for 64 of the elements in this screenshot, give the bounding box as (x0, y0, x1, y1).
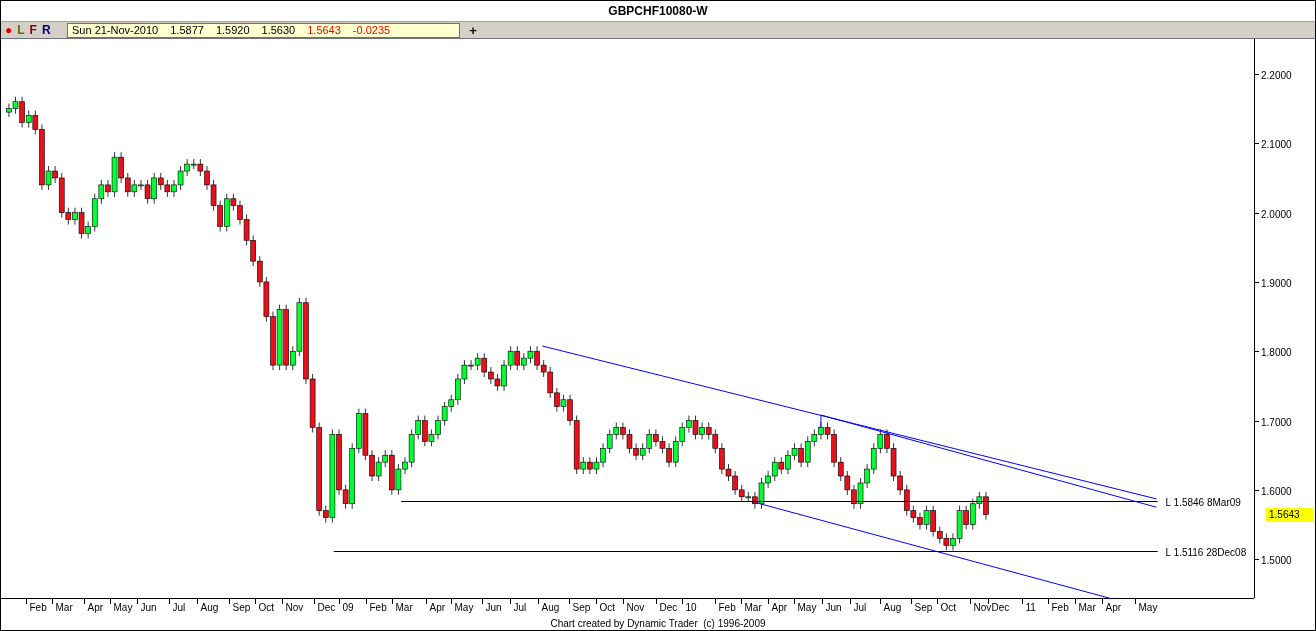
axis-label: Jun (485, 602, 502, 613)
add-button[interactable]: + (466, 22, 480, 38)
axis-label: Nov (285, 602, 304, 613)
axis-label: 1.7000 (1261, 416, 1292, 428)
axis-label: Oct (599, 602, 616, 613)
toolbar-button[interactable]: ● (5, 24, 13, 36)
price-value: 1.5630 (261, 22, 296, 38)
axis-label: 2.0000 (1261, 208, 1292, 220)
axis-label: Dec (317, 602, 336, 613)
axis-label: May (113, 602, 133, 613)
axis-label: 11 (1025, 602, 1036, 613)
axis-label: 1.8000 (1261, 346, 1292, 358)
price-value: -0.0235 (352, 22, 391, 38)
axis-label: Nov (626, 602, 645, 613)
axis-label: Sep (914, 602, 933, 613)
axis-label: Jul (172, 602, 186, 613)
toolbar-button[interactable]: R (41, 24, 51, 36)
axis-label: 1.5000 (1261, 554, 1292, 566)
axis-label: Aug (541, 602, 560, 613)
toolbar-button[interactable]: F (29, 24, 37, 36)
axis-label: Feb (718, 602, 736, 613)
axis-label: Feb (369, 602, 387, 613)
axis-label: Aug (200, 602, 219, 613)
axis-label: Oct (940, 602, 957, 613)
axis-label: Mar (395, 602, 413, 613)
axis-label: Oct (258, 602, 275, 613)
bar-date: Sun 21-Nov-2010 (72, 22, 159, 38)
footer-credit: Chart created by Dynamic Trader (c) 1996-2009 (550, 618, 766, 629)
axis-label: Jul (853, 602, 867, 613)
axis-label: Aug (883, 602, 902, 613)
axis-label: Apr (87, 602, 104, 613)
axis-label: 09 (342, 602, 354, 613)
price-value: 1.5643 (307, 22, 341, 38)
axis-label: Jul (513, 602, 527, 613)
price-value: 1.5920 (215, 22, 250, 38)
line-label: L 1.5846 8Mar09 (1165, 496, 1241, 508)
last-price-marker: 1.5643 (1266, 507, 1314, 522)
axis-label: Jun (140, 602, 157, 613)
window-title: GBPCHF10080-W (608, 3, 708, 20)
axis-label: Sep (232, 602, 251, 613)
axis-label: May (1138, 602, 1158, 613)
axis-label: 10 (685, 602, 697, 613)
price-value: 1.5877 (170, 22, 204, 38)
line-label: L 1.5116 28Dec08 (1165, 546, 1247, 558)
axis-label: 1.6000 (1261, 485, 1292, 497)
axis-label: May (454, 602, 474, 613)
axis-label: Feb (29, 602, 47, 613)
axis-label: Mar (55, 602, 73, 613)
axis-label: Nov (973, 602, 992, 613)
axis-label: 1.9000 (1261, 277, 1292, 289)
axis-label: Jun (825, 602, 842, 613)
axis-label: Dec (991, 602, 1010, 613)
axis-label: 2.1000 (1261, 138, 1292, 150)
toolbar-button[interactable]: L (17, 24, 25, 36)
axis-label: Mar (1078, 602, 1096, 613)
axis-label: May (797, 602, 817, 613)
axis-label: Apr (429, 602, 446, 613)
axis-label: Sep (572, 602, 591, 613)
axis-label: Dec (659, 602, 678, 613)
axis-label: Apr (1105, 602, 1122, 613)
axis-label: Apr (771, 602, 788, 613)
axis-label: 2.2000 (1261, 69, 1292, 81)
axis-label: Feb (1051, 602, 1069, 613)
axis-label: Mar (744, 602, 762, 613)
